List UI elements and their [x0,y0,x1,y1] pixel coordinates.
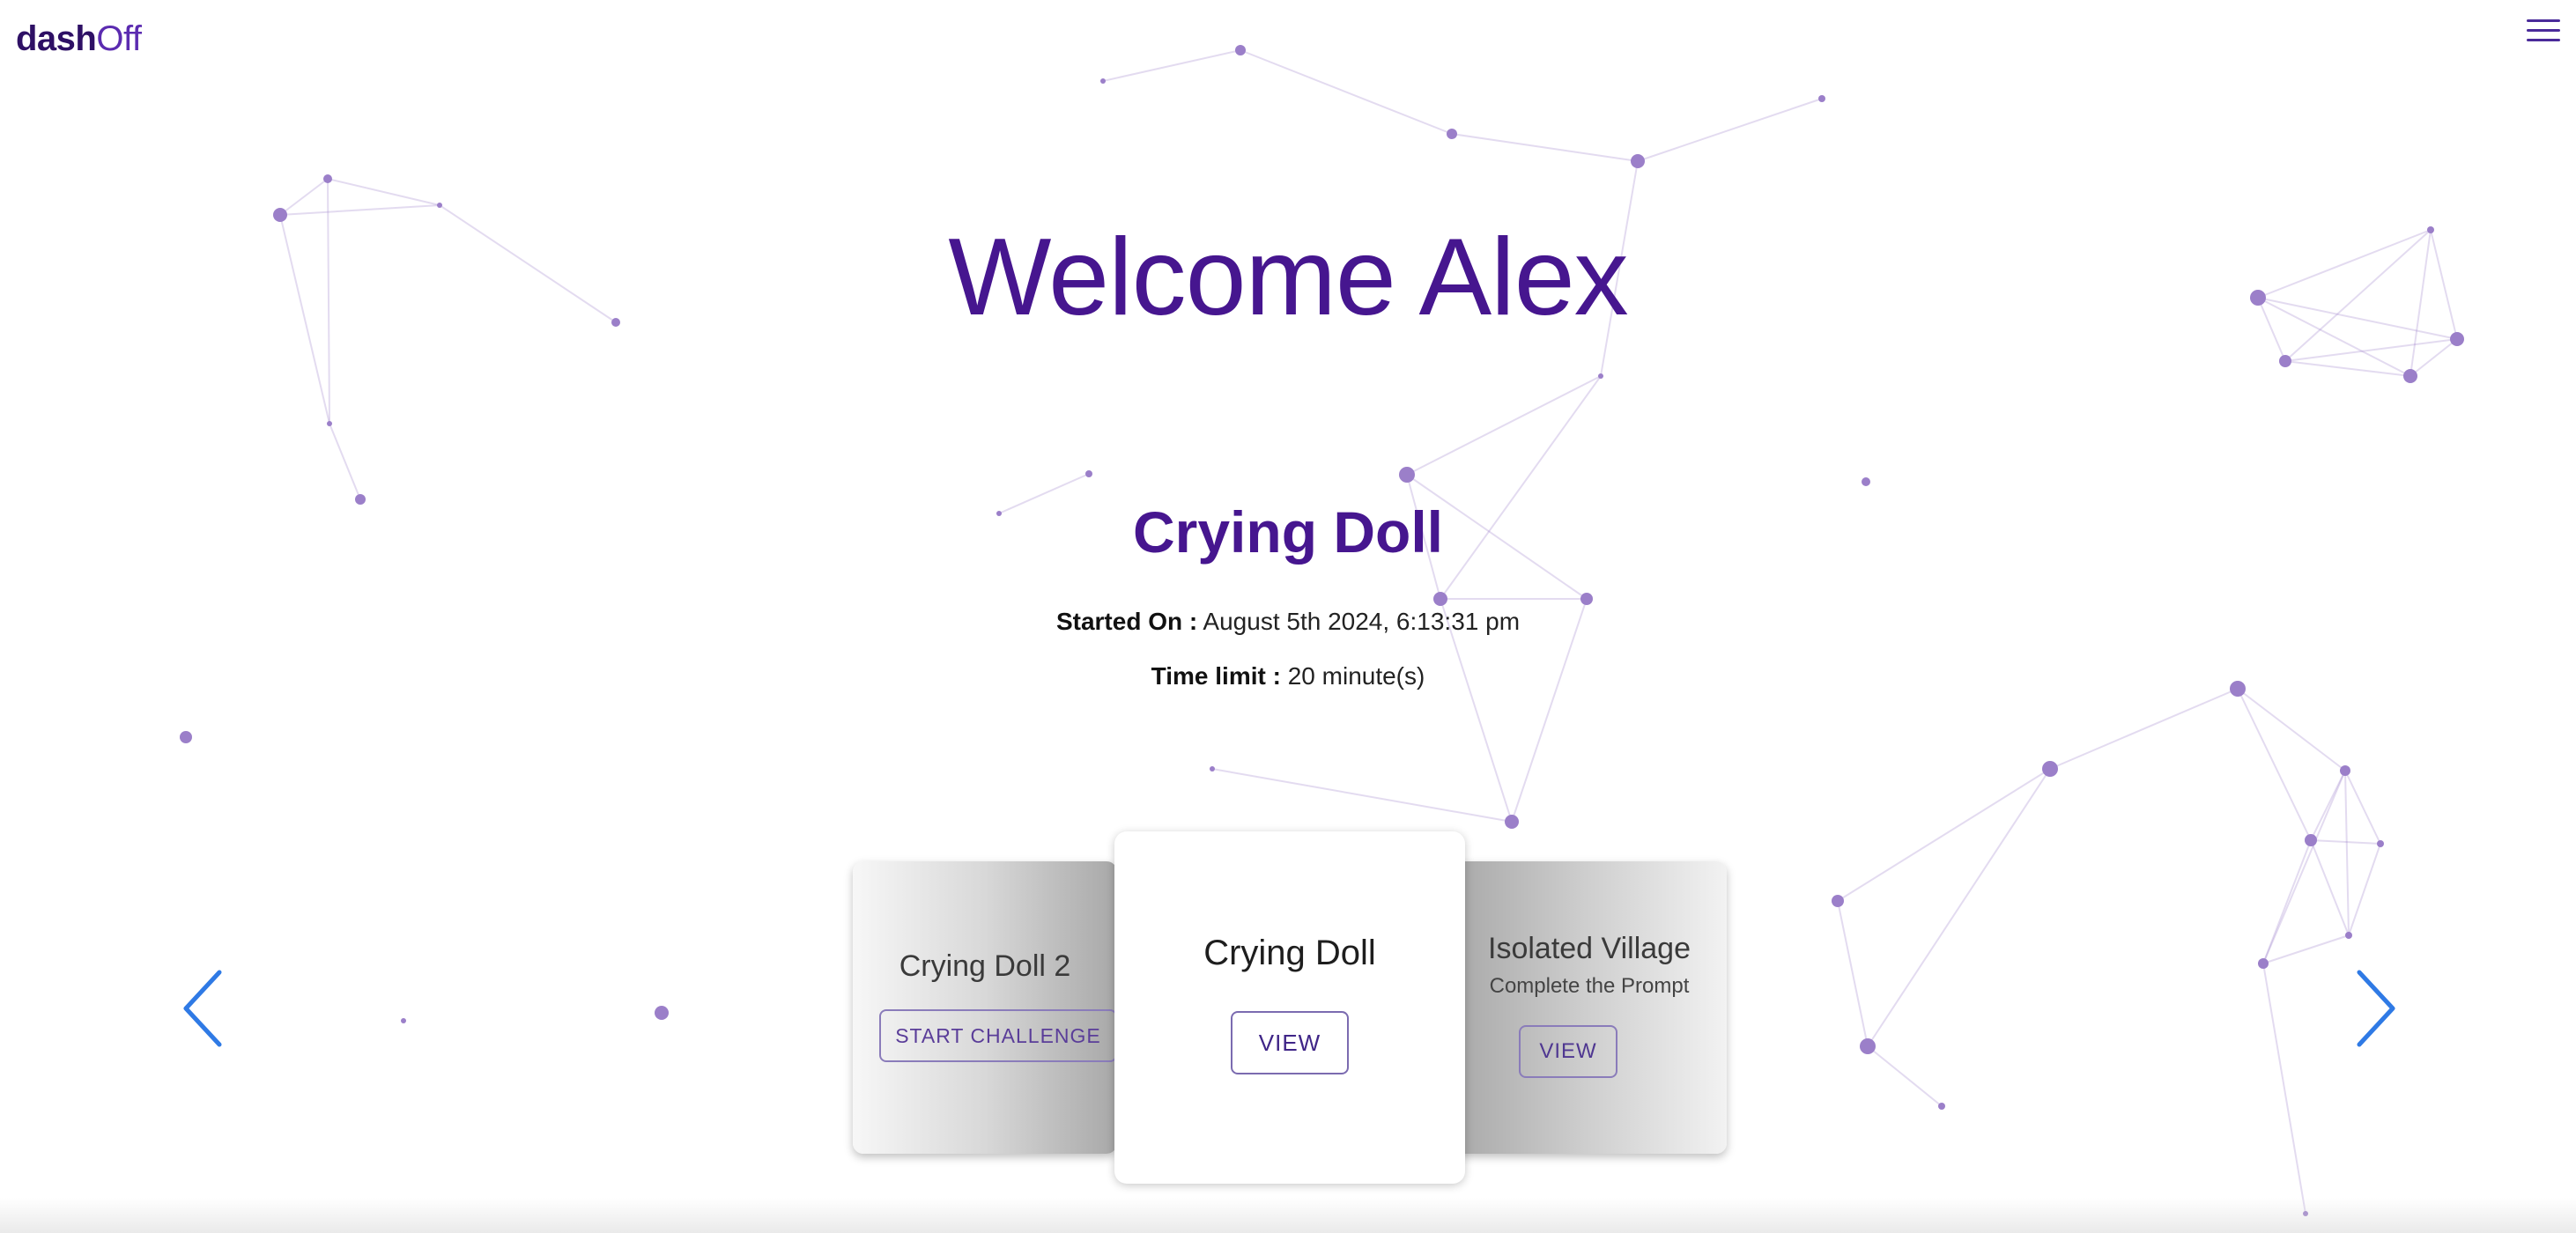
network-link [1867,1045,1943,1107]
network-link [2237,688,2312,841]
network-link [1637,98,1823,162]
chevron-left-icon[interactable] [181,969,225,1048]
network-link [1211,768,1513,823]
network-node [2305,834,2317,846]
network-link [1240,49,1453,135]
time-limit-line: Time limit : 20 minute(s) [0,662,2576,690]
network-link [2262,770,2346,964]
network-link [2344,770,2381,845]
logo-text-dash: dash [16,19,97,58]
page: dashOff Welcome Alex Crying Doll Started… [0,0,2576,1233]
network-node [1433,592,1447,606]
network-link [279,204,440,216]
network-node [1598,373,1603,379]
current-challenge-title: Crying Doll [1132,499,1443,565]
card-title: Isolated Village [1488,932,1691,965]
network-link [2262,934,2350,964]
network-node [1938,1103,1945,1110]
network-link [2262,963,2306,1215]
network-link [1451,133,1639,162]
network-node [2345,932,2352,939]
network-node [1860,1038,1876,1054]
network-node [437,203,442,208]
network-link [1837,900,1869,1047]
network-link [1837,768,2051,902]
network-link [1440,375,1602,600]
network-link [329,423,361,500]
network-node [2403,369,2417,383]
start-challenge-button[interactable]: START CHALLENGE [879,1009,1117,1062]
network-node [1100,78,1106,84]
network-link [1406,375,1602,476]
network-node [1210,766,1215,772]
network-link [1102,49,1241,82]
bottom-fade [0,1198,2576,1233]
network-node [1505,815,1519,829]
challenge-card-crying-doll-2[interactable]: Crying Doll 2 START CHALLENGE [853,861,1117,1154]
started-on-line: Started On : August 5th 2024, 6:13:31 pm [0,608,2576,636]
started-on-label: Started On : [1055,608,1198,635]
network-link [2348,843,2381,936]
network-link [2310,839,2350,936]
challenge-card-isolated-village[interactable]: Isolated Village Complete the Prompt VIE… [1452,861,1727,1154]
network-node [2258,958,2269,969]
started-on-value: August 5th 2024, 6:13:31 pm [1203,608,1521,635]
network-node [1235,45,1246,55]
hamburger-menu-icon[interactable] [2527,19,2560,48]
card-title: Crying Doll 2 [899,949,1071,983]
network-node [2279,355,2291,367]
network-node [1580,593,1593,605]
network-link [279,178,329,216]
network-node [1832,895,1844,907]
network-node [655,1006,669,1020]
logo-text-off: Off [96,19,142,58]
network-node [1631,154,1645,168]
network-link [2344,770,2350,936]
network-node [1399,467,1415,483]
network-node [1085,470,1092,477]
network-link [2284,338,2458,362]
chevron-right-icon[interactable] [2354,969,2398,1048]
network-link [2310,839,2381,845]
network-node [1447,129,1457,139]
challenge-card-crying-doll[interactable]: Crying Doll VIEW [1114,831,1465,1184]
network-node [180,731,192,743]
network-node [2377,840,2384,847]
network-node [401,1018,406,1023]
network-node [1862,477,1870,486]
view-button[interactable]: VIEW [1231,1011,1349,1074]
logo[interactable]: dashOff [16,19,142,59]
card-subtitle: Complete the Prompt [1489,974,1690,998]
network-node [1818,95,1825,102]
welcome-heading: Welcome Alex [948,217,1628,338]
time-limit-label: Time limit : [1151,662,1281,690]
network-link [1867,768,2051,1047]
network-link [327,178,440,206]
view-button[interactable]: VIEW [1519,1025,1617,1078]
network-node [2042,761,2058,777]
network-node [323,174,332,183]
network-node [327,421,332,426]
network-node [2340,765,2350,776]
network-link [2049,688,2239,770]
time-limit-value: 20 minute(s) [1287,662,1425,690]
network-link [2237,688,2346,772]
card-title: Crying Doll [1203,934,1376,972]
network-link [2284,360,2411,377]
